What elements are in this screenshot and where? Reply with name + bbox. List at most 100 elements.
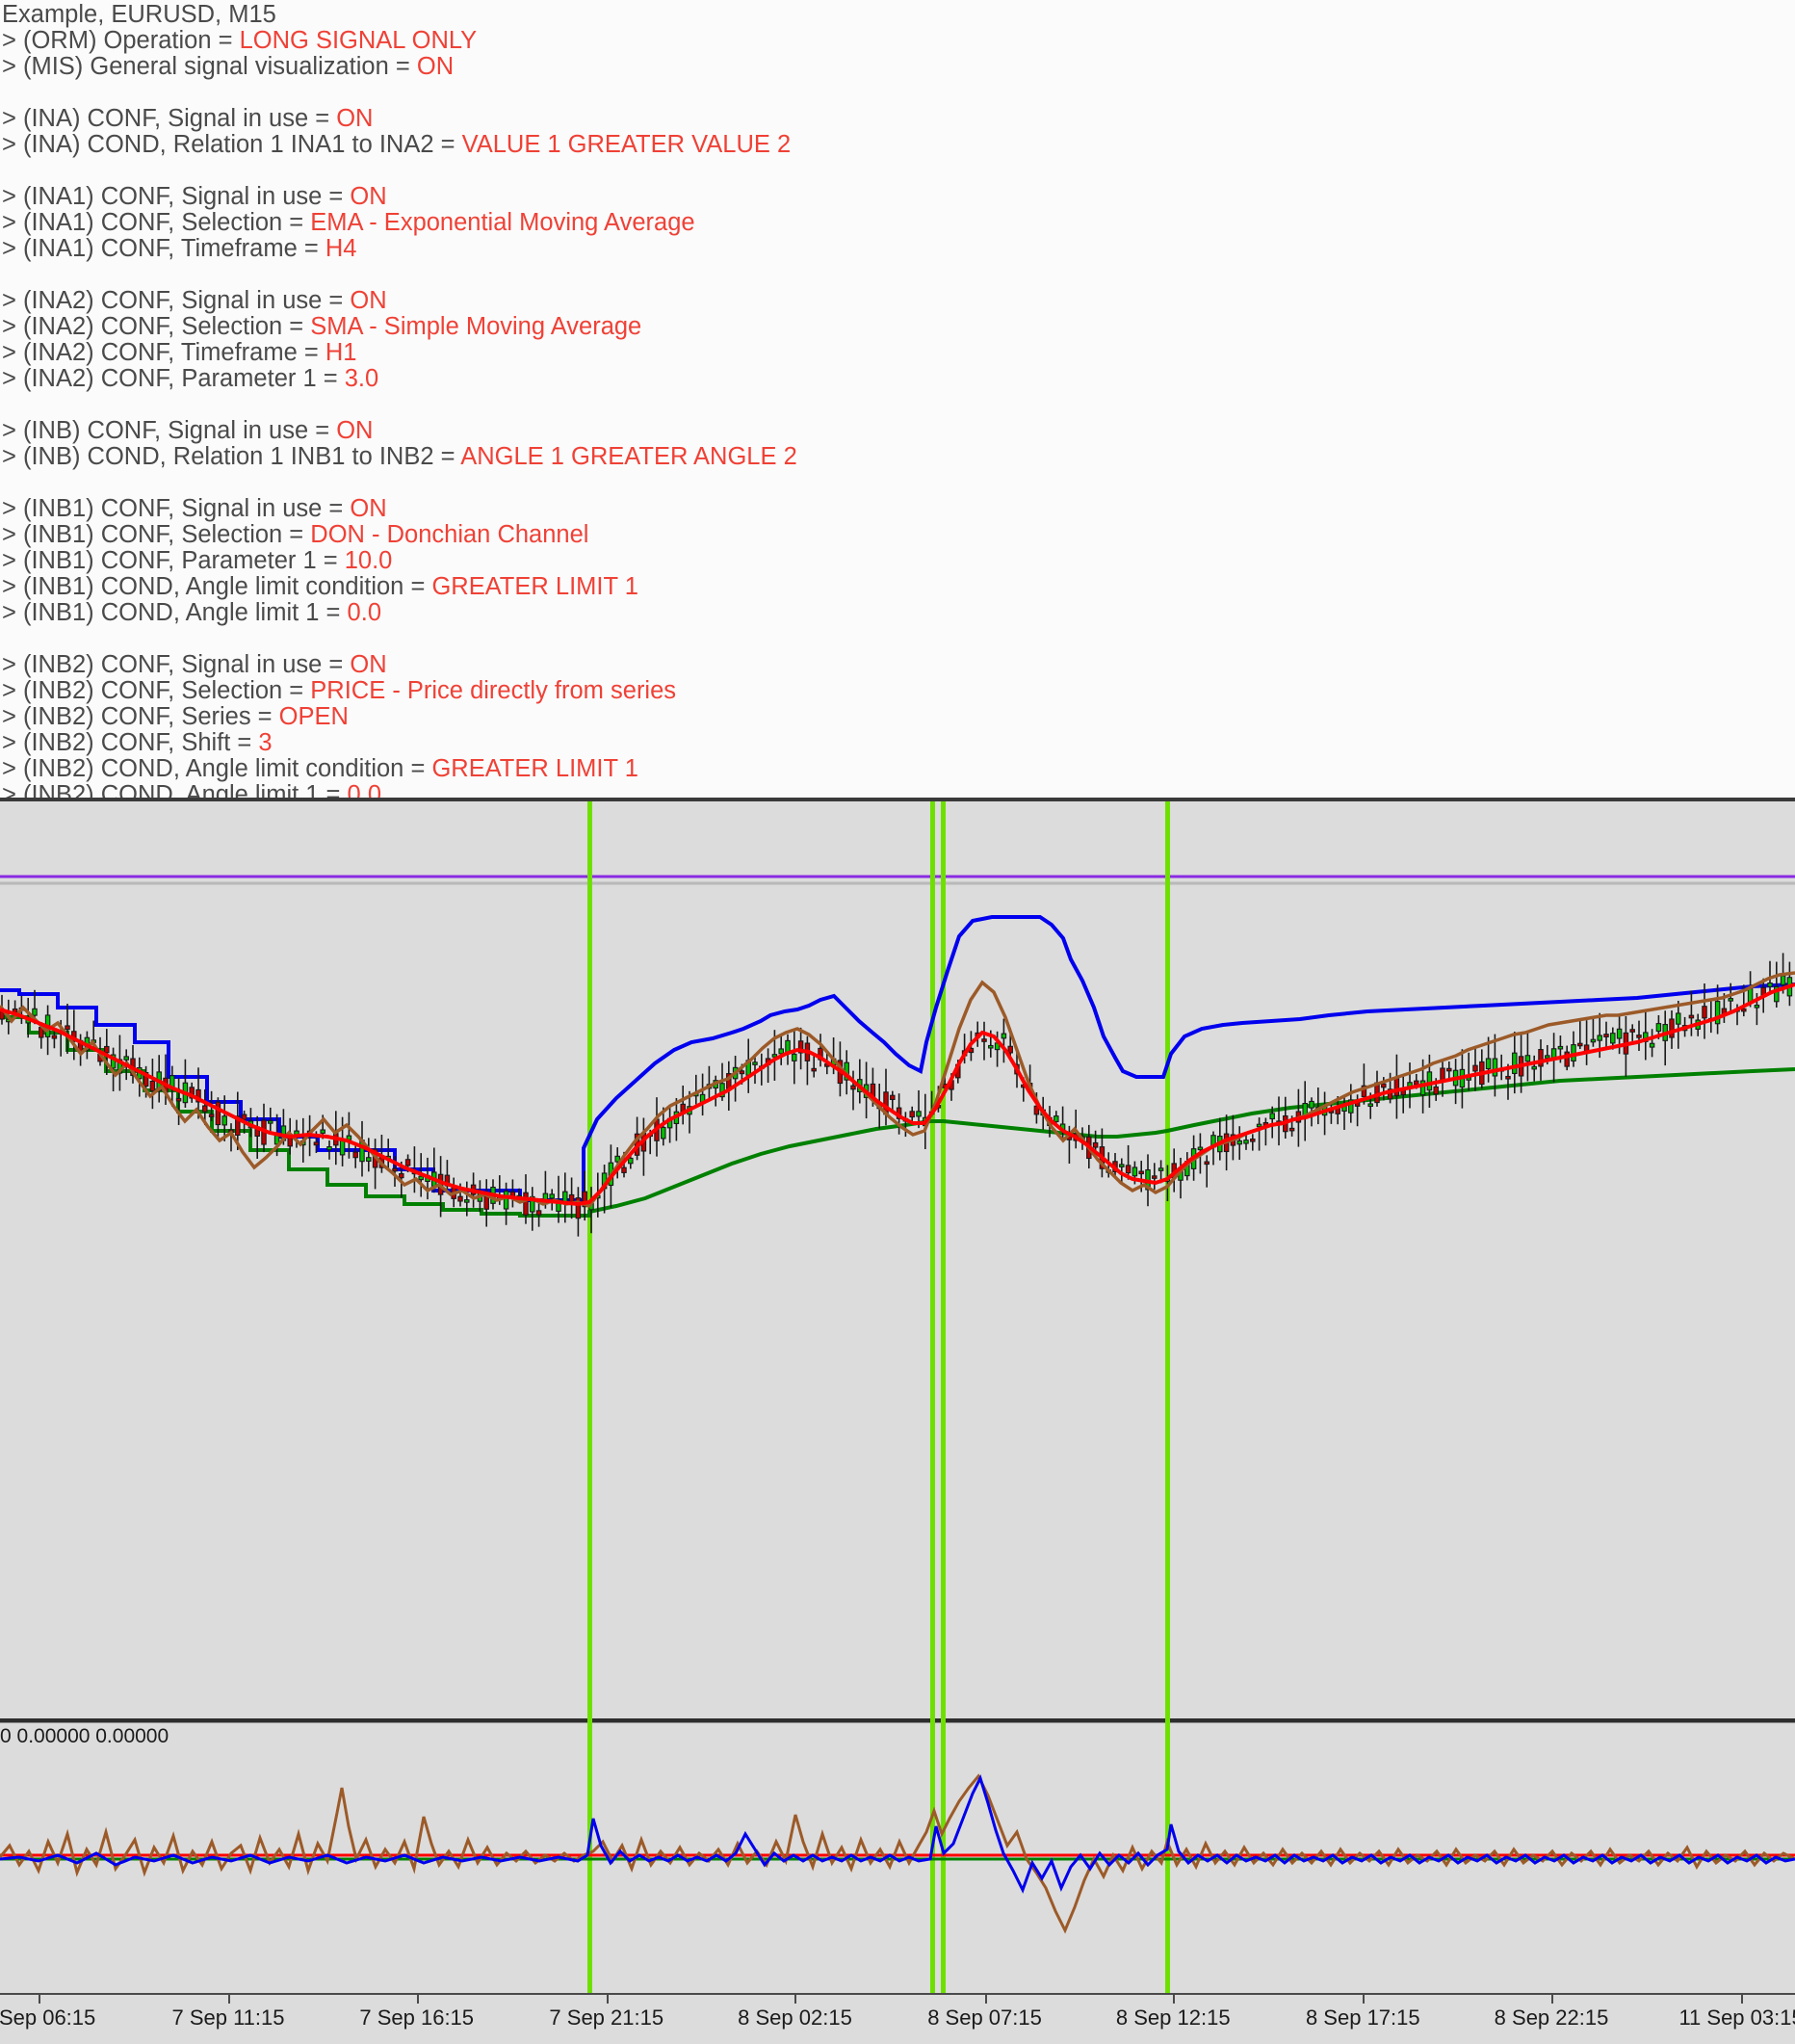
config-line-value: GREATER LIMIT 1	[431, 755, 638, 782]
candle-body	[320, 1129, 325, 1134]
candle-body	[503, 1191, 509, 1210]
candle-body	[1676, 1012, 1681, 1025]
config-line-value: ON	[336, 417, 374, 444]
candle-body	[523, 1192, 529, 1216]
config-line: > (INB) COND, Relation 1 INB1 to INB2 = …	[2, 444, 1795, 470]
config-line: > (INA2) CONF, Parameter 1 = 3.0	[2, 366, 1795, 392]
candle-body	[1288, 1127, 1295, 1132]
config-line: > (INB1) CONF, Selection = DON - Donchia…	[2, 522, 1795, 548]
config-line: > (INA1) CONF, Signal in use = ON	[2, 184, 1795, 210]
time-tick-label: 7 Sep 16:15	[359, 2005, 475, 2030]
config-line-label: > (INA1) CONF, Selection =	[2, 209, 311, 236]
candle-body	[202, 1105, 208, 1113]
candle-body	[208, 1114, 215, 1117]
config-line-label: > (INA1) CONF, Timeframe =	[2, 235, 325, 262]
config-line-value: ON	[350, 183, 387, 210]
price-chart[interactable]: 0 0.00000 0.00000 7 Sep 06:157 Sep 11	[0, 798, 1795, 2044]
candle-body	[1393, 1077, 1400, 1097]
config-line-label: > (INB) COND, Relation 1 INB1 to INB2 =	[2, 443, 461, 470]
candle-body	[1545, 1055, 1550, 1059]
candle-body	[1367, 1103, 1373, 1108]
config-line-value: ANGLE 1 GREATER ANGLE 2	[460, 443, 797, 470]
time-tick-mark	[606, 1995, 609, 2004]
candle-body	[1492, 1058, 1498, 1077]
candle-body	[1125, 1165, 1132, 1174]
time-tick-label: 8 Sep 07:15	[927, 2005, 1042, 2030]
config-line-label: > (INB1) CONF, Selection =	[2, 521, 311, 548]
candle-body	[739, 1070, 745, 1075]
time-tick-mark	[984, 1995, 987, 2004]
candle-body	[549, 1193, 555, 1199]
config-line-list: > (ORM) Operation = LONG SIGNAL ONLY > (M…	[2, 28, 1795, 808]
config-line: > (INB) CONF, Signal in use = ON	[2, 418, 1795, 444]
candle-body	[418, 1175, 424, 1181]
config-line: > (INB1) COND, Angle limit 1 = 0.0	[2, 600, 1795, 626]
candle-body	[1446, 1067, 1452, 1072]
candle-body	[241, 1114, 247, 1120]
candle-body	[811, 1067, 817, 1072]
candle-body	[661, 1126, 666, 1140]
candle-body	[1132, 1166, 1138, 1177]
candle-body	[65, 1025, 70, 1031]
candle-body	[1728, 998, 1733, 1002]
candle-body	[1754, 1004, 1760, 1009]
angle-oscillator-blue	[0, 1773, 1795, 1894]
config-line-value: 3.0	[344, 365, 379, 392]
main-price-panel[interactable]	[0, 801, 1795, 1718]
time-tick-label: 8 Sep 22:15	[1494, 2005, 1609, 2030]
config-line-value: SMA - Simple Moving Average	[310, 313, 642, 340]
candle-body	[1243, 1140, 1249, 1144]
config-line-label: > (INB2) CONF, Selection =	[2, 677, 311, 704]
config-line-label: > (INB2) CONF, Series =	[2, 703, 279, 730]
config-line: > (INB2) CONF, Shift = 3	[2, 730, 1795, 756]
candle-body	[1309, 1100, 1314, 1109]
time-axis[interactable]: 7 Sep 06:15 7 Sep 11:15 7 Sep 16:15 7 Sep 2…	[0, 1993, 1795, 2044]
time-tick-mark	[1551, 1995, 1554, 2004]
time-tick-mark	[416, 1995, 419, 2004]
time-tick-mark	[38, 1995, 40, 2004]
candle-body	[1629, 1029, 1635, 1033]
config-line-label: > (INA2) CONF, Selection =	[2, 313, 311, 340]
config-line-value: ON	[350, 651, 387, 678]
candle-body	[1557, 1045, 1564, 1050]
time-tick-label: 8 Sep 12:15	[1115, 2005, 1231, 2030]
candle-body	[1197, 1146, 1204, 1151]
config-line-value: ON	[350, 495, 387, 522]
config-line-value: ON	[416, 53, 455, 80]
ema-line	[0, 983, 1795, 1207]
config-line: > (ORM) Operation = LONG SIGNAL ONLY	[2, 28, 1795, 54]
candle-body	[562, 1191, 568, 1203]
config-line: > (INB1) CONF, Signal in use = ON	[2, 496, 1795, 522]
config-line-label: > (INB1) CONF, Signal in use =	[2, 495, 351, 522]
candle-body	[916, 1111, 922, 1117]
config-line: > (INA2) CONF, Timeframe = H1	[2, 340, 1795, 366]
candle-body	[1649, 1042, 1655, 1048]
config-line: > (INA) COND, Relation 1 INA1 to INA2 = …	[2, 132, 1795, 158]
candle-body	[1092, 1141, 1099, 1148]
time-tick-label: 8 Sep 17:15	[1305, 2005, 1420, 2030]
candle-body	[123, 1056, 129, 1061]
candle-body	[1610, 1033, 1616, 1044]
candle-body	[352, 1151, 358, 1159]
indicator-subpanel[interactable]: 0 0.00000 0.00000	[0, 1718, 1795, 1993]
candle-body	[1505, 1075, 1511, 1080]
candle-body	[1780, 975, 1786, 985]
candle-body	[890, 1094, 896, 1101]
time-tick-label: 7 Sep 11:15	[171, 2005, 285, 2030]
time-tick-mark	[227, 1995, 230, 2004]
config-line-value: PRICE - Price directly from series	[310, 677, 677, 704]
candle-body	[313, 1141, 320, 1146]
candle-body	[1250, 1138, 1256, 1142]
config-line: > (INB2) CONF, Selection = PRICE - Price…	[2, 678, 1795, 704]
candle-body	[1655, 1023, 1662, 1033]
config-spacer	[2, 626, 1795, 652]
candle-body	[535, 1210, 542, 1216]
config-line-value: H4	[325, 235, 357, 262]
config-line-label: > (MIS) General signal visualization =	[2, 53, 417, 80]
candle-body	[752, 1061, 758, 1065]
config-spacer	[2, 392, 1795, 418]
candle-body	[1702, 1006, 1707, 1019]
candle-body	[366, 1157, 372, 1163]
config-line-label: > (ORM) Operation =	[2, 27, 240, 54]
candle-body	[1158, 1167, 1164, 1171]
